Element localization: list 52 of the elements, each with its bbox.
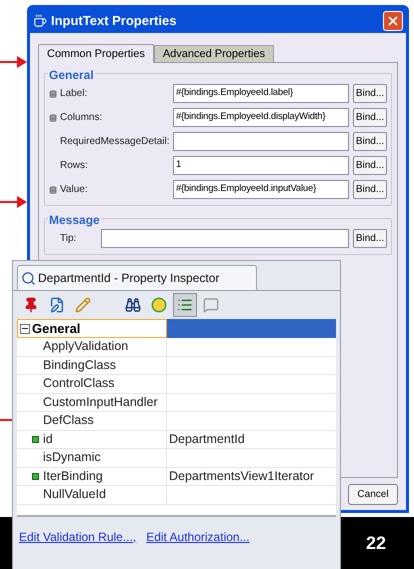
field-label: Rows: <box>60 159 88 173</box>
property-name: ControlClass <box>43 375 115 392</box>
bind-button[interactable]: Bind... <box>353 229 387 248</box>
bind-button[interactable]: Bind... <box>353 156 387 175</box>
edit-link[interactable]: Edit Authorization... <box>146 528 250 546</box>
panel-tab[interactable]: DepartmentId - Property Inspector <box>17 265 257 290</box>
property-name: IterBinding <box>43 468 103 485</box>
panel-title: DepartmentId - Property Inspector <box>38 270 220 287</box>
page-number: 22 <box>366 532 386 554</box>
collapse-icon[interactable] <box>20 324 30 334</box>
list-icon[interactable] <box>173 293 197 317</box>
set-value-icon <box>32 472 39 480</box>
property-name: ApplyValidation <box>43 338 128 356</box>
input-field[interactable] <box>101 229 349 248</box>
field-label: RequiredMessageDetail: <box>60 135 170 149</box>
bind-button[interactable]: Bind... <box>353 108 387 127</box>
database-icon <box>49 90 57 98</box>
input-field[interactable]: #{bindings.EmployeeId.displayWidth} <box>173 108 349 127</box>
field-label: Value: <box>60 183 88 197</box>
window-title: InputText Properties <box>51 12 176 30</box>
tab[interactable]: Common Properties <box>38 44 154 63</box>
input-field[interactable]: 1 <box>173 156 349 175</box>
pointer-arrow-icon <box>0 56 27 68</box>
bind-button[interactable]: Bind... <box>353 180 387 199</box>
input-field[interactable]: #{bindings.EmployeeId.inputValue} <box>173 180 349 199</box>
bind-button[interactable]: Bind... <box>353 132 387 151</box>
cancel-button[interactable]: Cancel <box>348 484 398 504</box>
input-field[interactable]: #{bindings.EmployeeId.label} <box>173 84 349 103</box>
field-label: Columns: <box>60 111 102 125</box>
field-label: Label: <box>60 87 88 101</box>
property-name: NullValueId <box>43 486 106 504</box>
set-value-icon <box>32 436 39 443</box>
property-name: BindingClass <box>43 356 116 374</box>
edit-link[interactable]: Edit Validation Rule..., <box>19 528 136 546</box>
property-value: DepartmentId <box>169 430 245 448</box>
property-value: DepartmentsView1Iterator <box>169 468 314 485</box>
close-button[interactable] <box>383 10 403 30</box>
database-icon <box>49 114 57 122</box>
section-header[interactable]: General <box>17 319 167 338</box>
tab[interactable]: Advanced Properties <box>154 45 274 62</box>
pointer-arrow-icon <box>0 196 27 208</box>
search-icon <box>21 270 36 286</box>
property-name: CustomInputHandler <box>43 394 158 411</box>
property-name: id <box>43 430 53 448</box>
bind-button[interactable]: Bind... <box>353 84 387 103</box>
coffee-cup-icon <box>33 14 47 28</box>
close-icon <box>386 14 400 28</box>
property-name: DefClass <box>43 412 94 430</box>
database-icon <box>49 186 57 194</box>
field-label: Tip: <box>60 232 76 246</box>
property-name: isDynamic <box>43 449 101 466</box>
input-field[interactable] <box>173 132 349 151</box>
